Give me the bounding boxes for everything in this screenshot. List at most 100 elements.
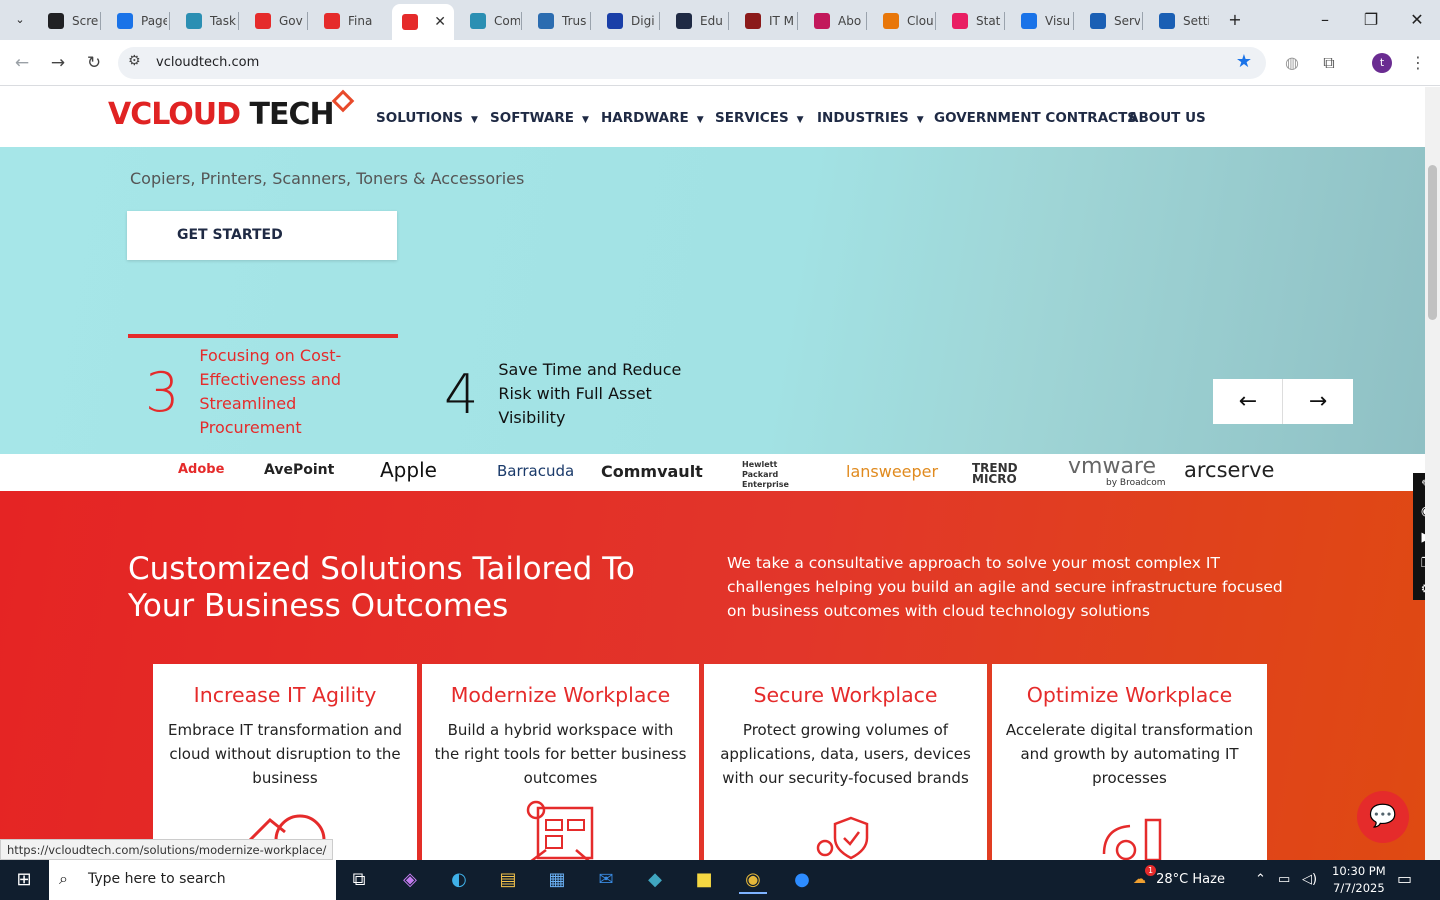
caret-down-icon: ▼ xyxy=(796,115,804,125)
caret-down-icon: ▼ xyxy=(916,115,924,125)
brand-trend-micro[interactable]: TREND MICRO xyxy=(972,462,1042,485)
browser-tab[interactable]: Edu xyxy=(666,6,726,36)
browser-tab[interactable]: Visu xyxy=(1011,6,1071,36)
browser-tab[interactable]: Page xyxy=(107,6,167,36)
reload-button[interactable]: ↻ xyxy=(82,51,106,75)
bookmark-star-icon[interactable]: ★ xyxy=(1236,51,1252,72)
browser-tab[interactable]: Task xyxy=(176,6,236,36)
brand-lansweeper[interactable]: lansweeper xyxy=(846,462,938,481)
translate-icon[interactable]: ◍ xyxy=(1281,52,1303,74)
tab-search-button[interactable]: ⌄ xyxy=(2,8,38,32)
card-optimize-workplace[interactable]: Optimize Workplace Accelerate digital tr… xyxy=(992,664,1267,860)
store-icon[interactable]: ▦ xyxy=(543,866,571,894)
feature-number: 4 xyxy=(444,362,479,426)
nav-menu-item[interactable]: SERVICES ▼ xyxy=(715,110,804,126)
next-slide-button[interactable]: → xyxy=(1283,379,1353,424)
get-started-button[interactable]: GET STARTED xyxy=(127,211,397,260)
zoom-icon[interactable]: ● xyxy=(788,866,816,894)
tab-separator xyxy=(659,12,660,30)
browser-tab[interactable]: Trus xyxy=(528,6,588,36)
nav-menu-item[interactable]: SOLUTIONS ▼ xyxy=(376,110,478,126)
status-bar-url: https://vcloudtech.com/solutions/moderni… xyxy=(0,839,334,860)
url-text[interactable]: vcloudtech.com xyxy=(156,55,259,70)
volume-icon[interactable]: ◁) xyxy=(1302,872,1317,887)
menu-icon[interactable]: ⋮ xyxy=(1407,52,1429,74)
brand-vmware[interactable]: vmware xyxy=(1068,454,1156,479)
clock-time: 10:30 PM xyxy=(1332,864,1386,878)
browser-tab[interactable]: Setti xyxy=(1149,6,1209,36)
windows-start-icon[interactable]: ⊞ xyxy=(10,866,38,894)
card-secure-workplace[interactable]: Secure Workplace Protect growing volumes… xyxy=(704,664,987,860)
browser-tab[interactable]: Digi xyxy=(597,6,657,36)
card-modernize-workplace[interactable]: Modernize Workplace Build a hybrid works… xyxy=(422,664,699,860)
app-icon[interactable]: ◆ xyxy=(641,866,669,894)
nav-menu-item[interactable]: INDUSTRIES ▼ xyxy=(817,110,924,126)
copilot-icon[interactable]: ◈ xyxy=(396,866,424,894)
tab-label: IT M xyxy=(769,14,795,28)
tab-label: Task xyxy=(210,14,236,28)
tab-separator xyxy=(1073,12,1074,30)
feature-4[interactable]: 4 Save Time and Reduce Risk with Full As… xyxy=(444,358,698,430)
sticky-notes-icon[interactable]: ■ xyxy=(690,866,718,894)
address-bar[interactable]: ⚙ vcloudtech.com ★ xyxy=(118,47,1266,79)
profile-avatar[interactable]: t xyxy=(1372,53,1392,73)
forward-button[interactable]: → xyxy=(46,51,70,75)
browser-tab[interactable]: Gov xyxy=(245,6,305,36)
card-title: Increase IT Agility xyxy=(193,683,377,707)
browser-tab[interactable]: Com xyxy=(460,6,520,36)
new-tab-button[interactable]: + xyxy=(1217,8,1253,32)
browser-tab[interactable]: Serv xyxy=(1080,6,1140,36)
back-button[interactable]: ← xyxy=(10,51,34,75)
browser-tab[interactable]: Scre xyxy=(38,6,98,36)
edge-icon[interactable]: ◐ xyxy=(445,866,473,894)
weather-text: 28°C Haze xyxy=(1156,872,1225,887)
tab-separator xyxy=(590,12,591,30)
brand-avepoint[interactable]: AvePoint xyxy=(264,462,334,478)
card-increase-it-agility[interactable]: Increase IT Agility Embrace IT transform… xyxy=(153,664,417,860)
browser-tab[interactable]: Fina xyxy=(314,6,374,36)
vcloud-tech-logo[interactable]: VCLOUD TECH xyxy=(108,89,355,132)
brand-barracuda[interactable]: Barracuda xyxy=(497,462,574,480)
scrollbar-thumb[interactable] xyxy=(1428,165,1437,320)
tray-chevron-icon[interactable]: ⌃ xyxy=(1255,872,1266,887)
brand-adobe[interactable]: Adobe xyxy=(178,462,224,477)
browser-tab[interactable]: Stat xyxy=(942,6,1002,36)
brand-apple[interactable]: Apple xyxy=(380,458,437,482)
tab-label: Trus xyxy=(562,14,587,28)
file-explorer-icon[interactable]: ▤ xyxy=(494,866,522,894)
nav-menu-item[interactable]: SOFTWARE ▼ xyxy=(490,110,589,126)
nav-menu-item[interactable]: HARDWARE ▼ xyxy=(601,110,704,126)
search-placeholder: Type here to search xyxy=(88,871,226,887)
close-window-button[interactable]: ✕ xyxy=(1399,8,1435,32)
site-info-icon[interactable]: ⚙ xyxy=(128,53,141,69)
taskbar-search[interactable]: ⌕ Type here to search xyxy=(49,860,336,900)
nav-menu-item[interactable]: GOVERNMENT CONTRACTS xyxy=(934,110,1137,126)
page-scrollbar[interactable] xyxy=(1425,87,1440,860)
brand-commvault[interactable]: Commvault xyxy=(601,462,703,481)
browser-tab[interactable]: IT M xyxy=(735,6,795,36)
nav-menu-item[interactable]: ABOUT US xyxy=(1128,110,1206,126)
chrome-icon[interactable]: ◉ xyxy=(739,866,767,894)
clock[interactable]: 10:30 PM 7/7/2025 xyxy=(1332,863,1386,897)
tab-favicon-icon xyxy=(814,13,830,29)
browser-tab[interactable]: Abo xyxy=(804,6,864,36)
prev-slide-button[interactable]: ← xyxy=(1213,379,1283,424)
mail-icon[interactable]: ✉ xyxy=(592,866,620,894)
clock-date: 7/7/2025 xyxy=(1333,881,1385,895)
extensions-icon[interactable]: ⧉ xyxy=(1318,52,1340,74)
tab-close-icon[interactable]: ✕ xyxy=(434,14,446,30)
task-view-icon[interactable]: ⧉ xyxy=(345,866,373,894)
tab-favicon-icon xyxy=(48,13,64,29)
maximize-button[interactable]: ❐ xyxy=(1353,8,1389,32)
site-header: VCLOUD TECH SOLUTIONS ▼ SOFTWARE ▼ HARDWARE ▼… xyxy=(0,87,1425,147)
weather-widget[interactable]: ☁ 1 28°C Haze xyxy=(1133,865,1225,887)
brand-hpe[interactable]: Hewlett Packard Enterprise xyxy=(742,460,802,490)
minimize-button[interactable]: – xyxy=(1307,8,1343,32)
feature-3[interactable]: 3 Focusing on Cost-Effectiveness and Str… xyxy=(145,344,359,440)
browser-tab[interactable]: ✕ xyxy=(392,4,454,40)
notification-icon[interactable]: ▭ xyxy=(1397,869,1412,888)
chat-button[interactable]: 💬 xyxy=(1357,791,1409,843)
browser-tab[interactable]: Clou xyxy=(873,6,933,36)
network-icon[interactable]: ▭ xyxy=(1278,872,1290,887)
brand-arcserve[interactable]: arcserve xyxy=(1184,458,1274,482)
